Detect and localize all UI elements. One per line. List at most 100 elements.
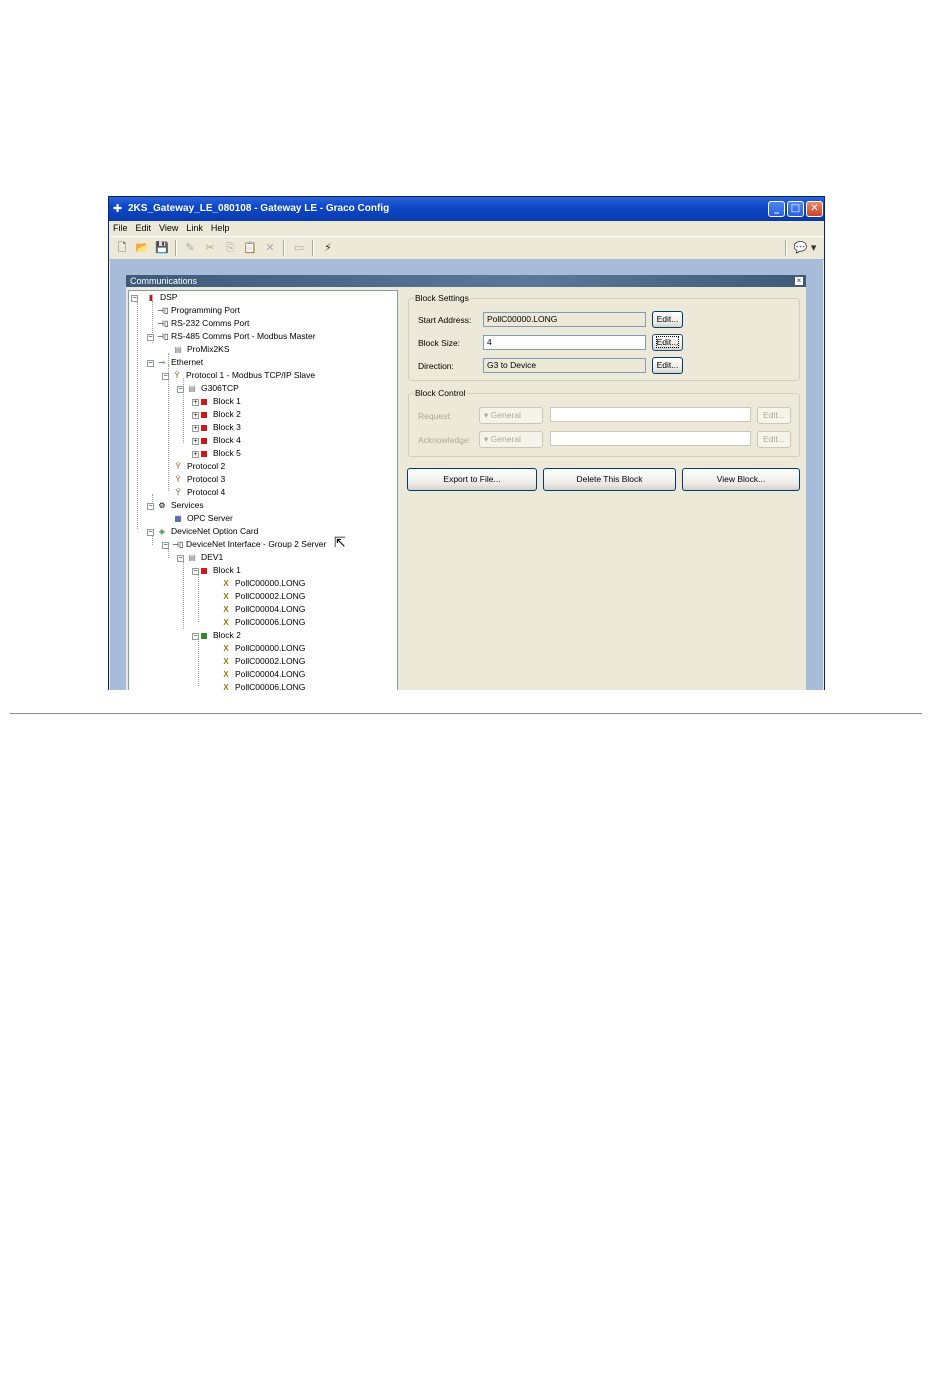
- expand-toggle[interactable]: +: [192, 412, 199, 419]
- open-icon[interactable]: 📂: [134, 240, 150, 255]
- request-type-dropdown[interactable]: ▾ General: [479, 407, 543, 424]
- acknowledge-type-dropdown[interactable]: ▾ General: [479, 431, 543, 448]
- lightning-icon[interactable]: ⚡: [320, 240, 336, 255]
- tree-node-ethernet[interactable]: − ⊸ Ethernet: [147, 356, 203, 368]
- collapse-toggle[interactable]: −: [131, 295, 138, 302]
- gears-icon: ⚙: [158, 501, 166, 511]
- collapse-toggle[interactable]: −: [177, 386, 184, 393]
- tree-node-rs485[interactable]: − ⊣▯ RS-485 Comms Port - Modbus Master: [147, 330, 316, 342]
- close-button[interactable]: ✕: [806, 201, 823, 217]
- tree-line: [198, 635, 199, 686]
- tree-node-tag[interactable]: X PollC00002.LONG: [221, 590, 305, 602]
- tree-node-block[interactable]: + Block 4: [192, 434, 241, 446]
- tree-node-services[interactable]: − ⚙ Services: [147, 499, 204, 511]
- cut-icon[interactable]: ✂: [202, 240, 218, 255]
- request-field[interactable]: [550, 407, 751, 422]
- tree-node-tag[interactable]: X PollC00006.LONG: [221, 616, 305, 628]
- copy-icon[interactable]: ⎘: [222, 240, 238, 255]
- collapse-toggle[interactable]: −: [192, 568, 199, 575]
- port-icon: ⊣▯: [157, 319, 169, 329]
- collapse-toggle[interactable]: −: [192, 633, 199, 640]
- expand-toggle[interactable]: +: [192, 451, 199, 458]
- dsp-icon: ▮: [148, 293, 154, 303]
- collapse-toggle[interactable]: −: [147, 334, 154, 341]
- collapse-toggle[interactable]: −: [147, 360, 154, 367]
- block-icon: [201, 437, 207, 444]
- new-icon[interactable]: 🗋: [114, 240, 130, 255]
- tree-node-programming-port[interactable]: ⊣▯ Programming Port: [157, 304, 240, 316]
- collapse-toggle[interactable]: −: [162, 373, 169, 380]
- comms-tree[interactable]: − ▮ DSP ⊣▯ Programming Port ⊣▯ RS-232 Comms …: [128, 290, 398, 690]
- block-icon: [201, 632, 207, 639]
- menu-file[interactable]: File: [109, 221, 132, 235]
- maximize-button[interactable]: □: [787, 201, 804, 217]
- tree-node-block[interactable]: − Block 1: [192, 564, 241, 576]
- collapse-toggle[interactable]: −: [162, 542, 169, 549]
- direction-edit-button[interactable]: Edit...: [652, 357, 683, 374]
- toolbar: 🗋 📂 💾 ✎ ✂ ⎘ 📋 ✕ ▭ ⚡ 💬 ▾: [109, 236, 824, 260]
- menu-help[interactable]: Help: [207, 221, 234, 235]
- delete-block-button[interactable]: Delete This Block: [543, 468, 676, 491]
- tree-node-opc-server[interactable]: ▦ OPC Server: [173, 512, 233, 524]
- acknowledge-edit-button[interactable]: Edit...: [757, 431, 791, 448]
- expand-toggle[interactable]: +: [192, 425, 199, 432]
- tree-node-dsp[interactable]: − ▮ DSP: [131, 291, 177, 303]
- start-address-edit-button[interactable]: Edit...: [652, 311, 683, 328]
- tree-node-rs232[interactable]: ⊣▯ RS-232 Comms Port: [157, 317, 249, 329]
- pencil-icon[interactable]: ✎: [182, 240, 198, 255]
- collapse-toggle[interactable]: −: [147, 503, 154, 510]
- toolbar-separator: [283, 240, 285, 256]
- tree-node-promix[interactable]: ▤ ProMix2KS: [173, 343, 229, 355]
- tree-node-block[interactable]: − Block 2: [192, 629, 241, 641]
- tag-icon: X: [223, 592, 229, 602]
- tree-node-block[interactable]: + Block 1: [192, 395, 241, 407]
- tree-node-dev1[interactable]: − ▤ DEV1: [177, 551, 223, 563]
- title-bar[interactable]: ✚ 2KS_Gateway_LE_080108 - Gateway LE - G…: [109, 197, 824, 221]
- menu-view[interactable]: View: [155, 221, 182, 235]
- direction-field[interactable]: G3 to Device: [483, 358, 646, 373]
- tree-node-devicenet-card[interactable]: − ◈ DeviceNet Option Card: [147, 525, 258, 537]
- tree-node-protocol-1[interactable]: − Ϋ Protocol 1 - Modbus TCP/IP Slave: [162, 369, 315, 381]
- tree-node-devicenet-interface[interactable]: − ⊣▯ DeviceNet Interface - Group 2 Server: [162, 538, 326, 550]
- protocol-icon: Ϋ: [175, 488, 181, 498]
- menu-link[interactable]: Link: [182, 221, 207, 235]
- tree-node-tag[interactable]: X PollC00004.LONG: [221, 668, 305, 680]
- tree-node-block[interactable]: + Block 3: [192, 421, 241, 433]
- expand-toggle[interactable]: +: [192, 438, 199, 445]
- collapse-toggle[interactable]: −: [177, 555, 184, 562]
- tree-node-block[interactable]: + Block 2: [192, 408, 241, 420]
- menu-bar: File Edit View Link Help: [109, 221, 824, 235]
- delete-icon[interactable]: ✕: [262, 240, 278, 255]
- tree-node-protocol-2[interactable]: Ϋ Protocol 2: [173, 460, 225, 472]
- panel-close-button[interactable]: ×: [795, 277, 803, 285]
- tree-node-tag[interactable]: X PollC00002.LONG: [221, 655, 305, 667]
- export-to-file-button[interactable]: Export to File...: [407, 468, 537, 491]
- comment-dropdown[interactable]: 💬 ▾: [793, 240, 817, 255]
- tag-icon: X: [223, 657, 229, 667]
- start-address-field[interactable]: PollC00000.LONG: [483, 312, 646, 327]
- tree-node-tag[interactable]: X PollC00004.LONG: [221, 603, 305, 615]
- tree-node-protocol-3[interactable]: Ϋ Protocol 3: [173, 473, 225, 485]
- block-icon: [201, 398, 207, 405]
- save-icon[interactable]: 💾: [154, 240, 170, 255]
- tree-node-tag[interactable]: X PollC00000.LONG: [221, 577, 305, 589]
- tree-node-tag[interactable]: X PollC00000.LONG: [221, 642, 305, 654]
- paste-icon[interactable]: 📋: [242, 240, 258, 255]
- acknowledge-label: Acknowledge:: [418, 435, 471, 445]
- tree-line: [198, 571, 199, 622]
- expand-toggle[interactable]: +: [192, 399, 199, 406]
- collapse-toggle[interactable]: −: [147, 529, 154, 536]
- request-edit-button[interactable]: Edit...: [757, 407, 791, 424]
- tree-node-block[interactable]: + Block 5: [192, 447, 241, 459]
- tree-node-g306tcp[interactable]: − ▤ G306TCP: [177, 382, 239, 394]
- tree-node-tag[interactable]: X PollC00006.LONG: [221, 681, 305, 690]
- window-icon[interactable]: ▭: [291, 240, 307, 255]
- tree-node-protocol-4[interactable]: Ϋ Protocol 4: [173, 486, 225, 498]
- acknowledge-field[interactable]: [550, 431, 751, 446]
- view-block-button[interactable]: View Block...: [682, 468, 800, 491]
- menu-edit[interactable]: Edit: [132, 221, 156, 235]
- block-size-edit-button[interactable]: Edit...: [652, 334, 683, 351]
- page-divider: [10, 713, 922, 714]
- minimize-button[interactable]: _: [768, 201, 785, 217]
- block-size-field[interactable]: 4: [483, 335, 646, 350]
